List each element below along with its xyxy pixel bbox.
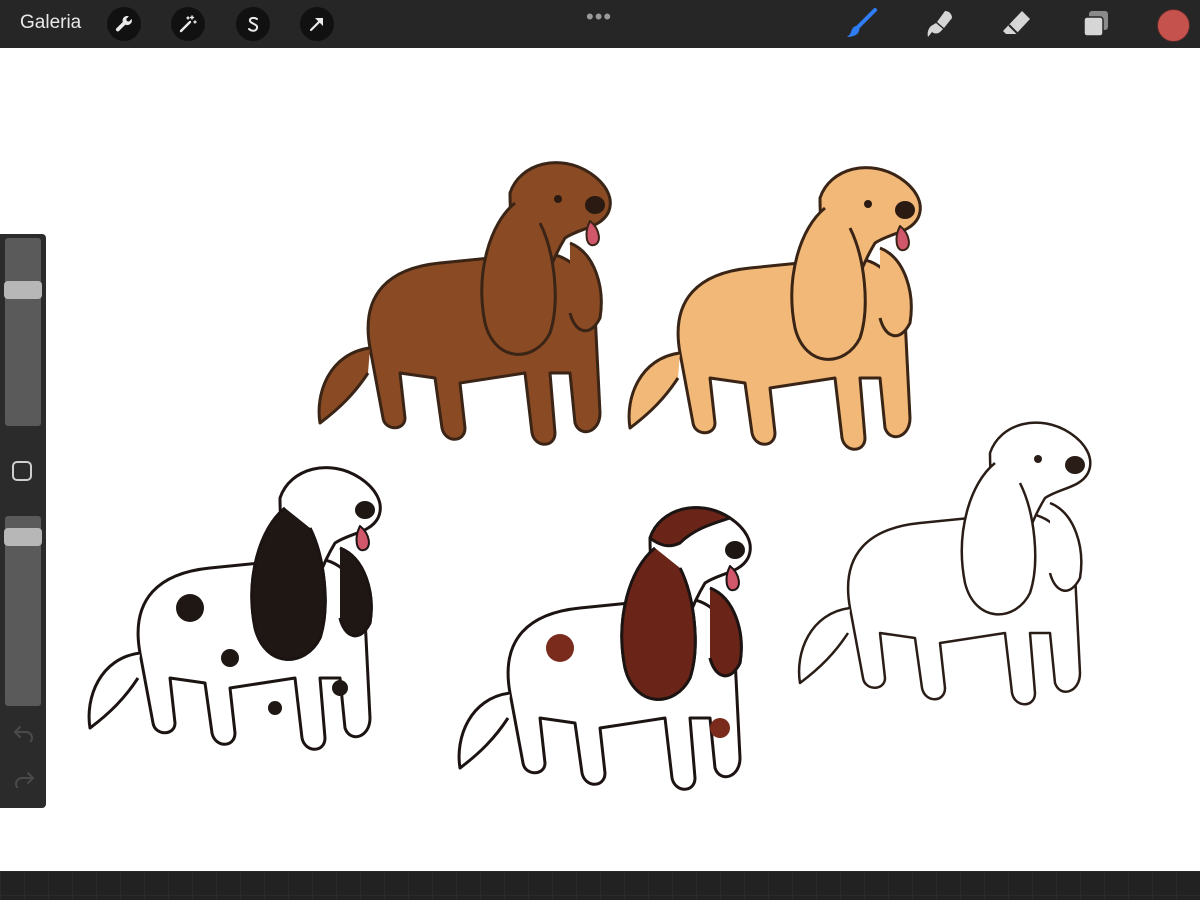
brush-icon[interactable] — [844, 6, 880, 42]
eraser-icon[interactable] — [999, 6, 1035, 42]
white-outline-spaniel — [797, 421, 1092, 706]
wrench-icon[interactable] — [107, 7, 141, 41]
left-sidebar — [0, 234, 46, 808]
more-options-icon[interactable]: ••• — [586, 4, 612, 30]
liver-white-spaniel — [457, 506, 752, 791]
square-modify-icon[interactable] — [12, 461, 32, 481]
drawing-canvas[interactable] — [0, 48, 1200, 871]
undo-icon[interactable] — [12, 723, 36, 743]
brush-size-thumb[interactable] — [4, 280, 42, 299]
smudge-icon[interactable] — [922, 6, 958, 42]
opacity-thumb[interactable] — [4, 528, 42, 547]
gallery-button[interactable]: Galeria — [20, 12, 81, 34]
black-white-spaniel — [87, 466, 382, 751]
redo-icon[interactable] — [12, 769, 36, 789]
color-picker-button[interactable] — [1157, 9, 1190, 42]
layers-icon[interactable] — [1078, 6, 1114, 42]
bottom-bar — [0, 871, 1200, 900]
brown-spaniel — [317, 161, 612, 446]
brush-size-slider[interactable] — [5, 238, 41, 426]
top-toolbar: Galeria ••• — [0, 0, 1200, 48]
transform-arrow-icon[interactable] — [300, 7, 334, 41]
magic-wand-icon[interactable] — [171, 7, 205, 41]
selection-s-icon[interactable] — [236, 7, 270, 41]
golden-spaniel — [627, 166, 922, 451]
